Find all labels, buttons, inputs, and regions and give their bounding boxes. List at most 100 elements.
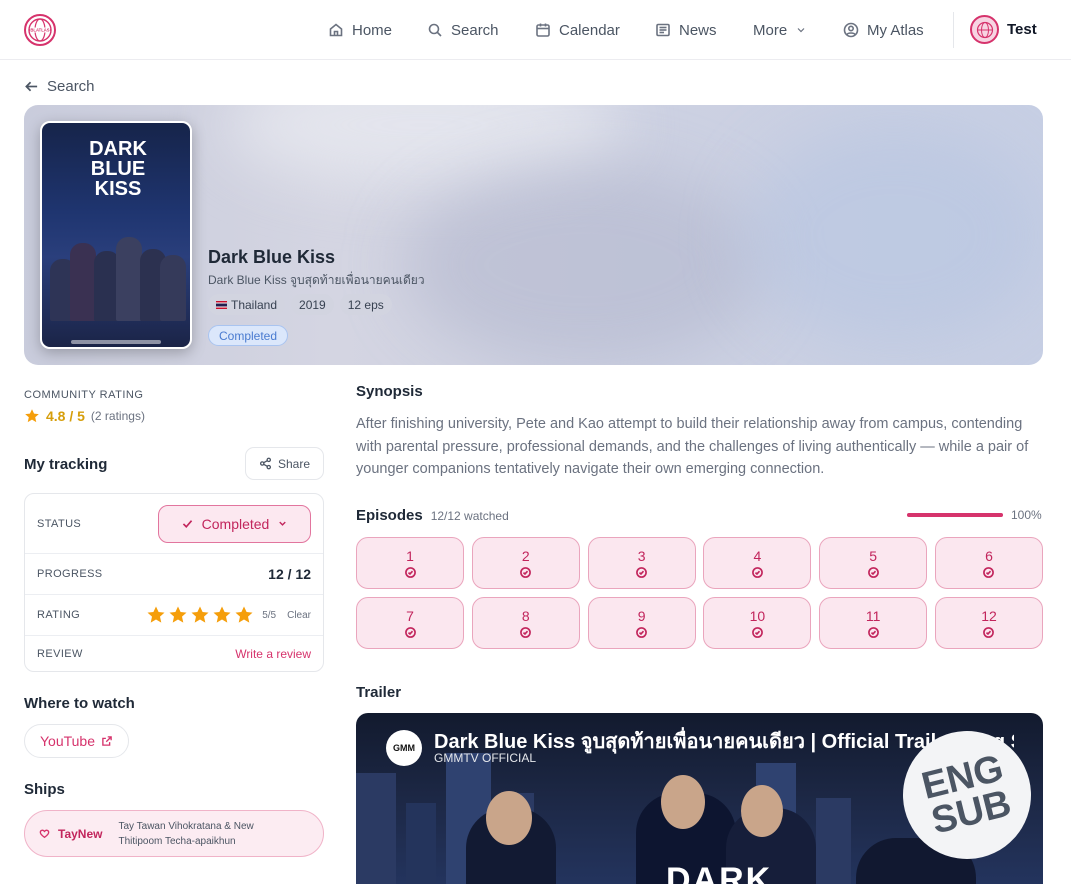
ship-card[interactable]: TayNew Tay Tawan Vihokratana & New Thiti… xyxy=(24,810,324,857)
ship-member-2: Thitipoom Techa-apaikhun xyxy=(118,835,236,847)
show-poster: DARK BLUE KISS xyxy=(40,121,192,349)
poster-cast-artwork xyxy=(48,231,186,321)
calendar-icon xyxy=(536,23,550,37)
my-tracking-heading: My tracking xyxy=(24,456,108,473)
trailer-channel-name[interactable]: GMMTV OFFICIAL xyxy=(434,751,536,765)
check-circle-icon xyxy=(983,567,995,578)
episodes-progress-fill xyxy=(907,513,1003,517)
progress-label: PROGRESS xyxy=(37,568,103,580)
show-title: Dark Blue Kiss xyxy=(208,247,336,267)
chevron-down-icon xyxy=(797,28,805,33)
trailer-heading: Trailer xyxy=(356,684,402,701)
check-circle-icon xyxy=(636,567,648,578)
tracking-status-row: STATUS Completed xyxy=(25,494,323,553)
blatlas-logo[interactable]: BLATLAS xyxy=(24,14,56,46)
nav-my-atlas-label: My Atlas xyxy=(867,21,924,39)
episode-button[interactable]: 3 xyxy=(587,537,696,589)
status-select[interactable]: Completed xyxy=(158,504,311,543)
ships-heading: Ships xyxy=(24,781,65,798)
check-circle-icon xyxy=(867,567,879,578)
episode-button[interactable]: 4 xyxy=(703,537,812,589)
user-name[interactable]: Test xyxy=(1007,21,1037,38)
trailer-poster-word: DARK xyxy=(666,861,773,884)
home-icon xyxy=(329,23,343,37)
check-icon xyxy=(182,520,192,528)
share-icon xyxy=(259,457,272,470)
star-icon[interactable] xyxy=(168,605,188,625)
check-circle-icon xyxy=(867,627,879,638)
globe-icon: BLATLAS xyxy=(28,18,52,42)
episode-button[interactable]: 2 xyxy=(471,537,580,589)
nav-my-atlas[interactable]: My Atlas xyxy=(843,0,924,60)
rating-clear-button[interactable]: Clear xyxy=(287,610,311,621)
episode-button[interactable]: 8 xyxy=(471,597,580,649)
episode-number: 11 xyxy=(865,608,881,624)
episode-number: 10 xyxy=(749,608,766,624)
community-rating-value: 4.8 / 5 xyxy=(46,408,85,424)
airing-status-badge: Completed xyxy=(208,325,289,346)
episodes-header: Episodes 12/12 watched xyxy=(356,507,509,524)
back-to-search-link[interactable]: Search xyxy=(24,78,95,95)
year-chip: 2019 xyxy=(291,294,334,315)
episode-button[interactable]: 10 xyxy=(703,597,812,649)
rating-label: RATING xyxy=(37,609,81,621)
user-avatar[interactable] xyxy=(970,15,999,44)
nav-news[interactable]: News xyxy=(655,0,717,60)
ship-member-1: Tay Tawan Vihokratana & New xyxy=(118,820,254,832)
episode-button[interactable]: 5 xyxy=(819,537,928,589)
status-label: STATUS xyxy=(37,517,82,530)
check-circle-icon xyxy=(751,567,763,578)
top-navigation-bar: BLATLAS Home Search Calendar News More M… xyxy=(0,0,1071,60)
episode-grid: 1 2 3 4 5 6 7 8 9 10 11 12 xyxy=(356,537,1043,649)
nav-calendar[interactable]: Calendar xyxy=(535,0,620,60)
globe-icon xyxy=(976,21,993,38)
show-meta-chips: Thailand 2019 12 eps xyxy=(208,294,392,315)
nav-search[interactable]: Search xyxy=(427,0,499,60)
episode-button[interactable]: 1 xyxy=(356,537,464,589)
episode-number: 3 xyxy=(637,548,646,564)
tracking-card: STATUS Completed PROGRESS 12 / 12 RATING… xyxy=(24,493,324,672)
star-icon[interactable] xyxy=(146,605,166,625)
community-rating: 4.8 / 5 (2 ratings) xyxy=(24,408,145,424)
episode-button[interactable]: 11 xyxy=(819,597,928,649)
progress-value: 12 / 12 xyxy=(268,566,311,582)
episode-number: 5 xyxy=(869,548,878,564)
review-label: REVIEW xyxy=(37,648,83,660)
check-circle-icon xyxy=(404,627,416,638)
thailand-flag-icon xyxy=(216,300,227,309)
youtube-watch-link[interactable]: YouTube xyxy=(24,724,129,758)
episode-number: 12 xyxy=(981,608,997,624)
back-label: Search xyxy=(47,78,95,95)
newspaper-icon xyxy=(656,23,670,37)
external-link-icon xyxy=(102,736,112,746)
episodes-heading: Episodes xyxy=(356,507,423,524)
star-icon[interactable] xyxy=(190,605,210,625)
nav-more-dropdown[interactable]: More xyxy=(753,0,807,60)
nav-more-label: More xyxy=(753,21,788,39)
watch-platform-label: YouTube xyxy=(39,733,95,749)
episode-button[interactable]: 9 xyxy=(587,597,696,649)
synopsis-text: After finishing university, Pete and Kao… xyxy=(356,416,1029,477)
share-button[interactable]: Share xyxy=(245,447,324,480)
nav-search-label: Search xyxy=(451,21,499,39)
episode-button[interactable]: 12 xyxy=(934,597,1043,649)
episode-number: 7 xyxy=(406,608,414,624)
episode-button[interactable]: 7 xyxy=(356,597,464,649)
gmmtv-channel-logo[interactable]: GMM xyxy=(386,730,422,766)
heart-icon xyxy=(39,829,50,839)
episodes-progress-percent: 100% xyxy=(1011,508,1042,522)
episode-button[interactable]: 6 xyxy=(934,537,1043,589)
rating-stars[interactable]: 5/5 Clear xyxy=(146,605,311,625)
star-icon xyxy=(25,409,39,423)
check-circle-icon xyxy=(751,627,763,638)
star-icon[interactable] xyxy=(234,605,254,625)
nav-calendar-label: Calendar xyxy=(559,21,620,39)
country-chip: Thailand xyxy=(208,294,286,315)
episodes-progress-bar xyxy=(907,513,1003,517)
write-review-link[interactable]: Write a review xyxy=(235,647,311,661)
nav-home[interactable]: Home xyxy=(328,0,392,60)
trailer-video-player[interactable]: DARK GMM Dark Blue Kiss จูบสุดท้ายเพื่อน… xyxy=(356,713,1043,884)
episode-number: 1 xyxy=(406,548,414,564)
chevron-down-icon xyxy=(279,521,287,526)
star-icon[interactable] xyxy=(212,605,232,625)
